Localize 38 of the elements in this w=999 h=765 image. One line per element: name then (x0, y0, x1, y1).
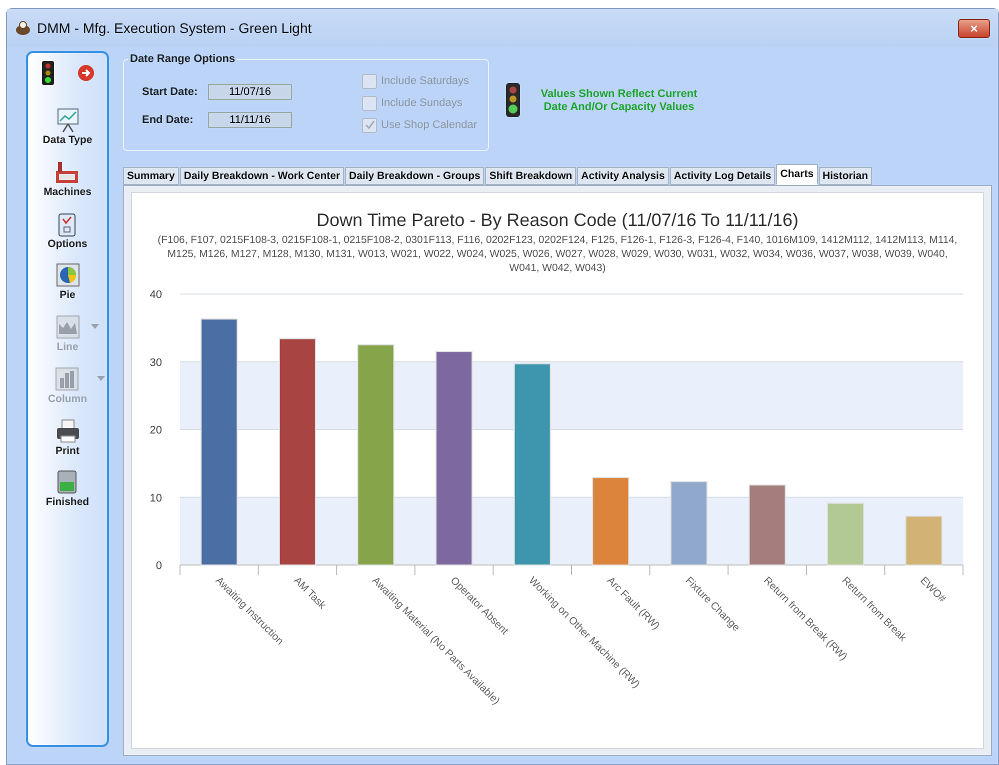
field-label: Start Date: (142, 84, 199, 100)
tab[interactable]: Daily Breakdown - Work Center (180, 167, 344, 185)
chart-board-icon (54, 107, 80, 133)
window-title: DMM - Mfg. Execution System - Green Light (37, 18, 312, 38)
axis-tick-label: 0 (156, 560, 162, 572)
bar (827, 502, 864, 566)
tab[interactable]: Daily Breakdown - Groups (345, 167, 484, 185)
sidebar-button[interactable]: Machines (44, 158, 92, 200)
checkmark-icon (364, 120, 374, 130)
axis-tick-label: 20 (150, 424, 162, 436)
area-chart-icon (54, 314, 80, 340)
tab[interactable]: Summary (123, 167, 179, 185)
date-field[interactable]: 11/07/16 (208, 84, 292, 100)
sidebar-button[interactable]: Data Type (42, 107, 92, 149)
sidebar-button[interactable]: Print (54, 418, 80, 460)
arrow-right-icon (78, 64, 94, 81)
column-chart-icon (54, 366, 80, 392)
date-field[interactable]: 11/11/16 (208, 112, 292, 128)
printer-icon (54, 418, 80, 444)
sidebar-button[interactable]: Options (48, 210, 88, 252)
bar (905, 516, 942, 566)
notice-text: Values Shown Reflect Current Date And/Or Capacity Values (540, 88, 698, 114)
tab[interactable]: Activity Analysis (577, 167, 669, 185)
axis-tick-label: 10 (150, 492, 162, 504)
sidebar-button[interactable]: Pie (54, 262, 80, 304)
sidebar-button[interactable]: Finished (46, 469, 90, 511)
tab[interactable]: Activity Log Details (670, 167, 776, 185)
group-title: Date Range Options (128, 51, 238, 68)
pie-chart-icon (54, 262, 80, 288)
field-label: End Date: (142, 112, 194, 128)
traffic-light-icon (42, 61, 54, 85)
tab[interactable]: Shift Breakdown (485, 167, 576, 185)
chart-subtitle: (F106, F107, 0215F108-3, 0215F108-1, 0215F108-2, 0301F113, F116, 0202F123, 0202F124, F125, F126-1, F126-3, F126-4, F140, 1016M109, 1412M112, 1412M113, M114, M125, M126, M127, M128, M130, M131, W013, W021, W022, W024, W025, W026, W027, W028, W029, W030, W031, W032, W034, W036, W037, W038, W039, W040, W041, W042, W043) (158, 234, 958, 276)
axis-tick-label: 30 (150, 356, 162, 369)
tab[interactable]: Historian (818, 167, 872, 185)
chart-title: Down Time Pareto - By Reason Code (11/07/16 To 11/11/16) (316, 209, 798, 232)
axis-tick-label: 40 (150, 289, 162, 301)
tab[interactable]: Charts (776, 164, 818, 185)
